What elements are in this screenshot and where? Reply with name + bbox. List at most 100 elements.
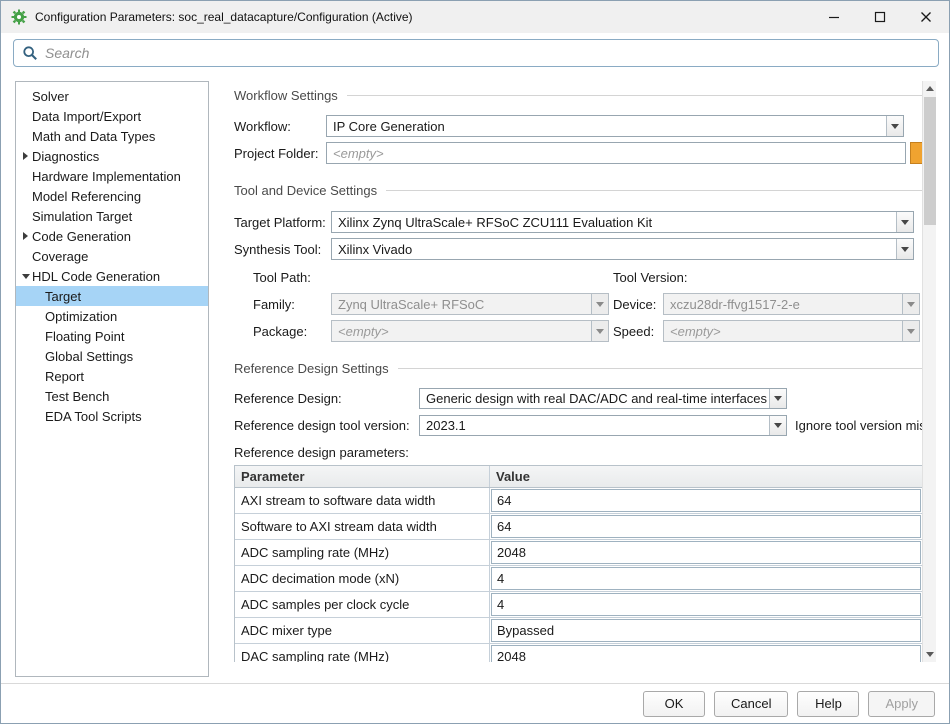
sidebar-item-coverage[interactable]: Coverage [16, 246, 208, 266]
speed-dropdown: <empty> [663, 320, 920, 342]
parameter-value-field[interactable]: 2048 [491, 645, 921, 662]
reference-design-settings-heading: Reference Design Settings [234, 360, 922, 376]
chevron-down-icon [902, 294, 919, 314]
sidebar-item-floating-point[interactable]: Floating Point [16, 326, 208, 346]
parameter-value-field[interactable]: 4 [491, 593, 921, 616]
sidebar-item-test-bench[interactable]: Test Bench [16, 386, 208, 406]
close-icon [920, 11, 932, 23]
scroll-up-button[interactable] [923, 81, 936, 96]
scrollbar-thumb[interactable] [924, 97, 936, 225]
table-row: DAC sampling rate (MHz) 2048 [235, 644, 922, 662]
target-settings-content: Workflow Settings Workflow: IP Core Gene… [226, 81, 922, 662]
chevron-right-icon[interactable] [19, 152, 32, 160]
sidebar-item-target[interactable]: Target [16, 286, 208, 306]
search-input[interactable] [45, 45, 930, 61]
arrow-down-icon [926, 652, 934, 657]
window-title: Configuration Parameters: soc_real_datac… [35, 10, 413, 24]
project-folder-input[interactable] [326, 142, 906, 164]
chevron-down-icon[interactable] [896, 212, 913, 232]
vertical-scrollbar[interactable] [922, 81, 936, 662]
chevron-down-icon[interactable] [886, 116, 903, 136]
minimize-button[interactable] [811, 1, 857, 33]
parameter-name: ADC sampling rate (MHz) [235, 540, 490, 565]
parameter-name: ADC samples per clock cycle [235, 592, 490, 617]
sidebar-item-report[interactable]: Report [16, 366, 208, 386]
sidebar-item-global-settings[interactable]: Global Settings [16, 346, 208, 366]
parameter-value-field[interactable]: 4 [491, 567, 921, 590]
chevron-down-icon[interactable] [769, 389, 786, 408]
sidebar-item-data-import-export[interactable]: Data Import/Export [16, 106, 208, 126]
sidebar-item-diagnostics[interactable]: Diagnostics [16, 146, 208, 166]
reference-design-label: Reference Design: [234, 391, 419, 406]
maximize-button[interactable] [857, 1, 903, 33]
help-button[interactable]: Help [797, 691, 859, 717]
table-row: AXI stream to software data width 64 [235, 488, 922, 514]
table-row: Software to AXI stream data width 64 [235, 514, 922, 540]
scroll-down-button[interactable] [923, 647, 936, 662]
value-column-header[interactable]: Value [490, 466, 922, 487]
sidebar-item-simulation-target[interactable]: Simulation Target [16, 206, 208, 226]
device-dropdown: xczu28dr-ffvg1517-2-e [663, 293, 920, 315]
tool-version-label: Tool Version: [613, 270, 687, 285]
chevron-down-icon[interactable] [896, 239, 913, 259]
tool-path-version-row: Tool Path: Tool Version: [234, 269, 922, 285]
title-bar: Configuration Parameters: soc_real_datac… [1, 1, 949, 33]
sidebar-item-solver[interactable]: Solver [16, 86, 208, 106]
device-label: Device: [613, 297, 663, 312]
reference-tool-version-label: Reference design tool version: [234, 418, 419, 433]
table-header-row: Parameter Value [235, 466, 922, 488]
parameter-value-field[interactable]: 64 [491, 489, 921, 512]
sidebar-item-eda-tool-scripts[interactable]: EDA Tool Scripts [16, 406, 208, 426]
project-folder-label: Project Folder: [234, 146, 326, 161]
search-icon [22, 45, 38, 61]
minimize-icon [828, 11, 840, 23]
reference-parameters-label: Reference design parameters: [234, 445, 409, 460]
simulink-config-icon [11, 9, 27, 25]
search-box[interactable] [13, 39, 939, 67]
apply-button: Apply [868, 691, 935, 717]
chevron-down-icon[interactable] [19, 274, 32, 279]
chevron-right-icon[interactable] [19, 232, 32, 240]
synthesis-tool-dropdown[interactable]: Xilinx Vivado [331, 238, 914, 260]
parameter-name: AXI stream to software data width [235, 488, 490, 513]
synthesis-tool-row: Synthesis Tool: Xilinx Vivado [234, 238, 922, 260]
parameter-value-field[interactable]: 64 [491, 515, 921, 538]
target-settings-panel: Workflow Settings Workflow: IP Core Gene… [226, 81, 936, 662]
workflow-dropdown[interactable]: IP Core Generation [326, 115, 904, 137]
arrow-up-icon [926, 86, 934, 91]
browse-button[interactable] [910, 142, 922, 164]
sidebar-item-math-and-data-types[interactable]: Math and Data Types [16, 126, 208, 146]
cancel-button[interactable]: Cancel [714, 691, 788, 717]
ok-button[interactable]: OK [643, 691, 705, 717]
sidebar-item-hdl-code-generation[interactable]: HDL Code Generation [16, 266, 208, 286]
package-dropdown: <empty> [331, 320, 609, 342]
synthesis-tool-label: Synthesis Tool: [234, 242, 331, 257]
speed-label: Speed: [613, 324, 663, 339]
sidebar-item-hardware-implementation[interactable]: Hardware Implementation [16, 166, 208, 186]
parameter-column-header[interactable]: Parameter [235, 466, 490, 487]
reference-parameters-label-row: Reference design parameters: [234, 444, 922, 460]
project-folder-row: Project Folder: [234, 142, 922, 164]
target-platform-row: Target Platform: Xilinx Zynq UltraScale+… [234, 211, 922, 233]
parameter-name: ADC decimation mode (xN) [235, 566, 490, 591]
parameter-value-field[interactable]: 2048 [491, 541, 921, 564]
ignore-tool-version-mismatch-label[interactable]: Ignore tool version mismatch [795, 418, 922, 433]
family-device-row: Family: Zynq UltraScale+ RFSoC Device: x… [234, 293, 922, 315]
reference-design-dropdown[interactable]: Generic design with real DAC/ADC and rea… [419, 388, 787, 409]
reference-tool-version-dropdown[interactable]: 2023.1 [419, 415, 787, 436]
family-label: Family: [253, 297, 331, 312]
target-platform-dropdown[interactable]: Xilinx Zynq UltraScale+ RFSoC ZCU111 Eva… [331, 211, 914, 233]
chevron-down-icon [591, 321, 608, 341]
workflow-label: Workflow: [234, 119, 326, 134]
close-button[interactable] [903, 1, 949, 33]
parameter-value-field[interactable]: Bypassed [491, 619, 921, 642]
category-tree: Solver Data Import/Export Math and Data … [15, 81, 209, 677]
reference-tool-version-row: Reference design tool version: 2023.1 Ig… [234, 415, 922, 436]
chevron-down-icon[interactable] [769, 416, 786, 435]
target-platform-label: Target Platform: [234, 215, 331, 230]
sidebar-item-code-generation[interactable]: Code Generation [16, 226, 208, 246]
sidebar-item-optimization[interactable]: Optimization [16, 306, 208, 326]
table-row: ADC samples per clock cycle 4 [235, 592, 922, 618]
sidebar-item-model-referencing[interactable]: Model Referencing [16, 186, 208, 206]
tool-path-label: Tool Path: [253, 270, 613, 285]
